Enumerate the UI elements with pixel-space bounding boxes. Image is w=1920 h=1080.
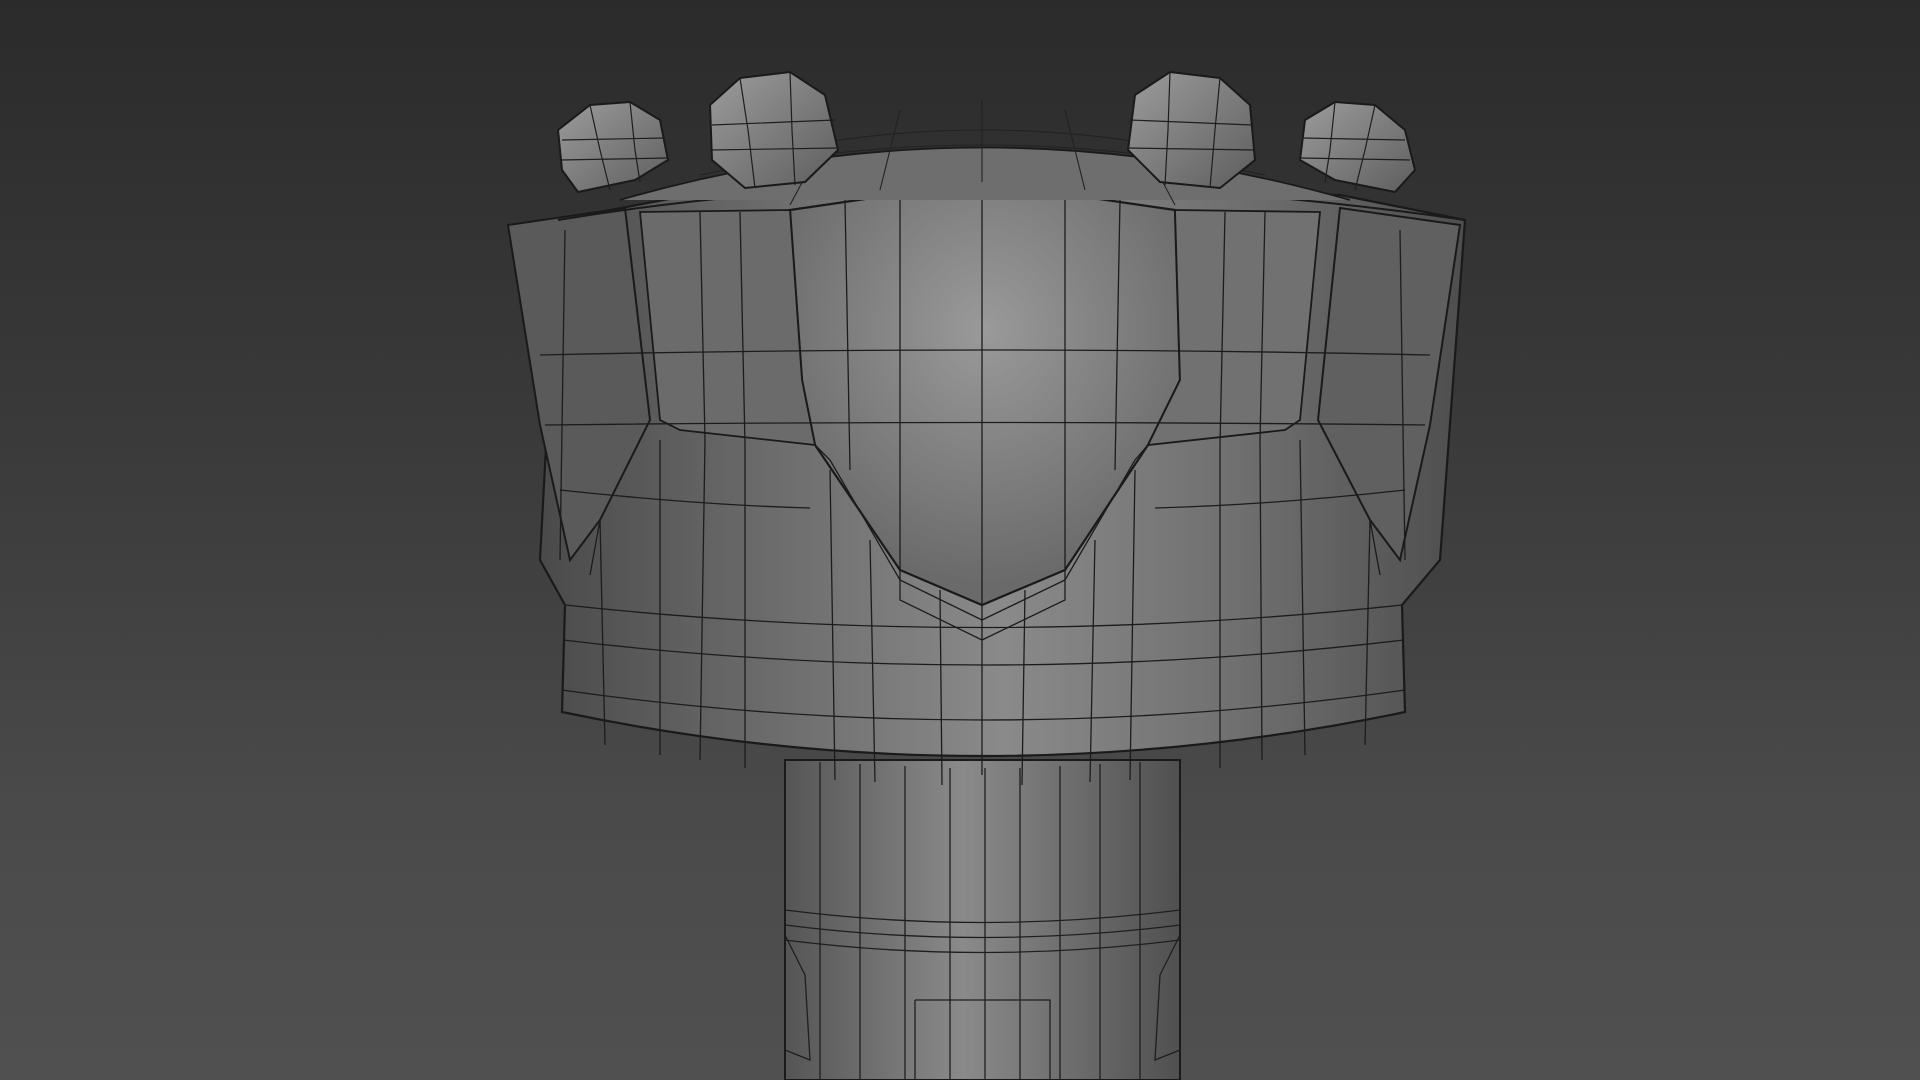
3d-viewport[interactable] <box>0 0 1920 1080</box>
crown-knob-4 <box>1298 100 1417 194</box>
crown-body-mesh <box>506 100 1467 786</box>
shaft-mesh <box>784 759 1181 1080</box>
crown-knob-1 <box>556 100 670 194</box>
mesh-render <box>506 70 1467 1080</box>
